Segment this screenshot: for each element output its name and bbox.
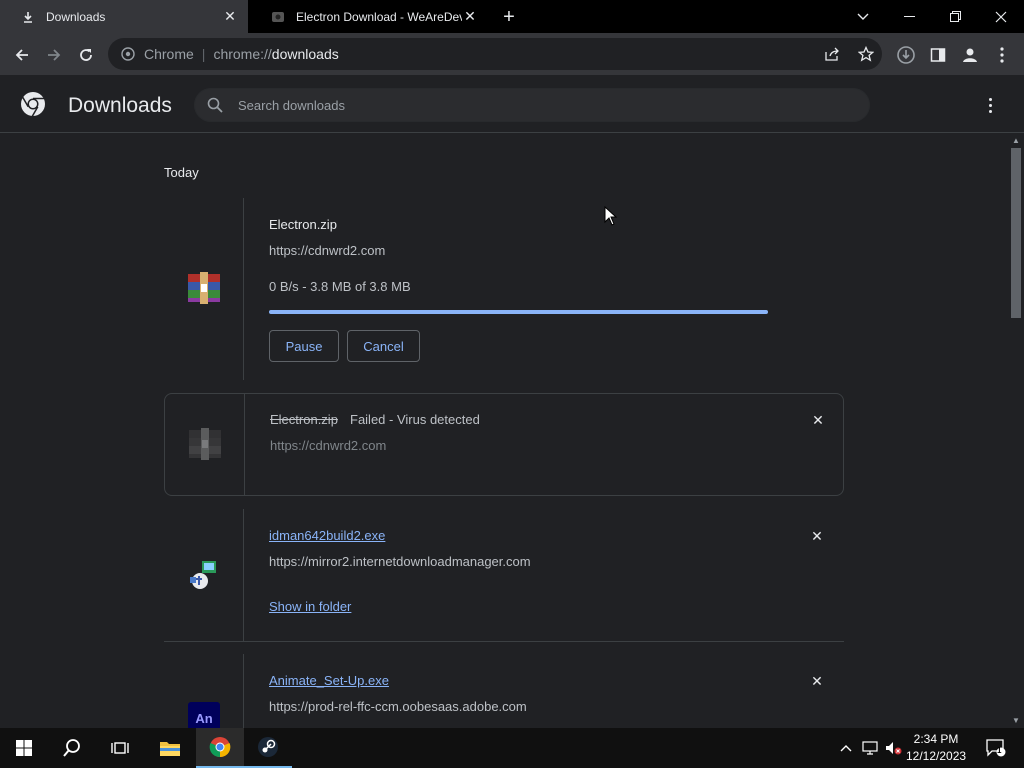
volume-muted-icon[interactable] (884, 738, 904, 758)
close-window-icon[interactable] (978, 0, 1024, 33)
back-arrow-icon[interactable] (8, 41, 36, 69)
remove-item-icon[interactable]: ✕ (809, 673, 825, 689)
download-item-failed: Electron.zip Failed - Virus detected htt… (164, 393, 844, 496)
remove-item-icon[interactable]: ✕ (810, 412, 826, 428)
clock-date: 12/12/2023 (906, 749, 967, 763)
scroll-down-arrow-icon[interactable]: ▼ (1012, 716, 1020, 725)
file-url: https://cdnwrd2.com (269, 243, 386, 258)
file-url: https://prod-rel-ffc-ccm.oobesaas.adobe.… (269, 699, 527, 714)
scroll-up-arrow-icon[interactable]: ▲ (1012, 136, 1020, 145)
idm-installer-icon (188, 559, 220, 591)
bookmark-star-icon[interactable] (856, 44, 876, 64)
address-bar[interactable]: Chrome | chrome://downloads (108, 38, 882, 70)
download-progress-bar (269, 310, 768, 314)
cancel-button[interactable]: Cancel (347, 330, 420, 362)
notification-center-icon[interactable]: 1 (984, 738, 1008, 758)
site-favicon-icon (270, 9, 286, 25)
file-url: https://mirror2.internetdownloadmanager.… (269, 554, 531, 569)
page-title: Downloads (68, 94, 172, 117)
download-icon (20, 9, 36, 25)
windows-start-icon[interactable] (0, 728, 48, 768)
browser-toolbar: Chrome | chrome://downloads (0, 33, 1024, 76)
show-in-folder-link[interactable]: Show in folder (269, 599, 351, 614)
download-item: idman642build2.exe https://mirror2.inter… (164, 509, 844, 642)
download-status: 0 B/s - 3.8 MB of 3.8 MB (269, 279, 411, 294)
chrome-site-icon (120, 46, 136, 62)
file-name-link[interactable]: idman642build2.exe (269, 528, 385, 543)
download-item: An Animate_Set-Up.exe https://prod-rel-f… (164, 654, 844, 728)
close-tab-icon[interactable]: ✕ (462, 8, 478, 25)
share-icon[interactable] (822, 44, 842, 64)
notification-count: 1 (997, 746, 1002, 755)
mouse-cursor-icon (604, 206, 618, 226)
clock-time: 2:34 PM (913, 732, 959, 746)
adobe-animate-icon: An (188, 702, 220, 728)
tab-downloads[interactable]: Downloads ✕ (0, 0, 248, 33)
chrome-taskbar-icon[interactable] (196, 728, 244, 768)
chrome-menu-icon[interactable] (988, 41, 1016, 69)
page-scrollbar[interactable]: ▲ ▼ (1008, 134, 1024, 728)
downloads-page-header: Downloads (0, 77, 1024, 133)
page-more-actions-icon[interactable] (980, 94, 1000, 116)
search-downloads-box[interactable] (194, 88, 870, 122)
winrar-icon (189, 428, 221, 460)
side-panel-icon[interactable] (924, 41, 952, 69)
profile-avatar-icon[interactable] (956, 41, 984, 69)
file-name: Electron.zip (270, 412, 338, 427)
new-tab-plus-icon[interactable]: + (498, 6, 520, 28)
restore-icon[interactable] (932, 0, 978, 33)
file-url: https://cdnwrd2.com (270, 438, 387, 453)
chrome-logo-icon (20, 91, 46, 117)
task-view-icon[interactable] (96, 728, 144, 768)
remove-item-icon[interactable]: ✕ (809, 528, 825, 544)
tab-label: Downloads (46, 9, 106, 24)
steam-taskbar-icon[interactable] (244, 728, 292, 768)
search-input[interactable] (238, 97, 798, 113)
date-header: Today (164, 165, 199, 180)
failed-status: Failed - Virus detected (350, 412, 480, 427)
search-icon (207, 97, 223, 113)
reload-icon[interactable] (72, 41, 100, 69)
tab-electron-download[interactable]: Electron Download - WeAreDevs ✕ (250, 0, 488, 33)
minimize-icon[interactable] (886, 0, 932, 33)
address-scheme-label: Chrome (144, 46, 194, 62)
search-icon[interactable] (48, 728, 96, 768)
system-clock[interactable]: 2:34 PM 12/12/2023 (906, 731, 966, 765)
tab-strip: Downloads ✕ Electron Download - WeAreDev… (0, 0, 1024, 33)
pause-button[interactable]: Pause (269, 330, 339, 362)
windows-taskbar: 2:34 PM 12/12/2023 1 (0, 728, 1024, 768)
file-name: Electron.zip (269, 217, 337, 232)
close-tab-icon[interactable]: ✕ (222, 8, 238, 25)
file-explorer-icon[interactable] (146, 728, 194, 768)
downloads-toolbar-icon[interactable] (892, 41, 920, 69)
tab-label: Electron Download - WeAreDevs (296, 9, 462, 24)
scrollbar-thumb[interactable] (1011, 148, 1021, 318)
address-url: chrome://downloads (213, 46, 339, 62)
forward-arrow-icon[interactable] (40, 41, 68, 69)
file-name-link[interactable]: Animate_Set-Up.exe (269, 673, 389, 688)
show-hidden-icons-chevron-icon[interactable] (836, 738, 856, 758)
downloads-list: Today Electron.zip https://cdnwrd2.com 0… (0, 134, 1008, 728)
winrar-icon (188, 272, 220, 304)
network-icon[interactable] (860, 738, 880, 758)
download-item: Electron.zip https://cdnwrd2.com 0 B/s -… (164, 198, 844, 380)
address-separator: | (201, 46, 206, 62)
tab-search-chevron-icon[interactable] (840, 0, 886, 33)
